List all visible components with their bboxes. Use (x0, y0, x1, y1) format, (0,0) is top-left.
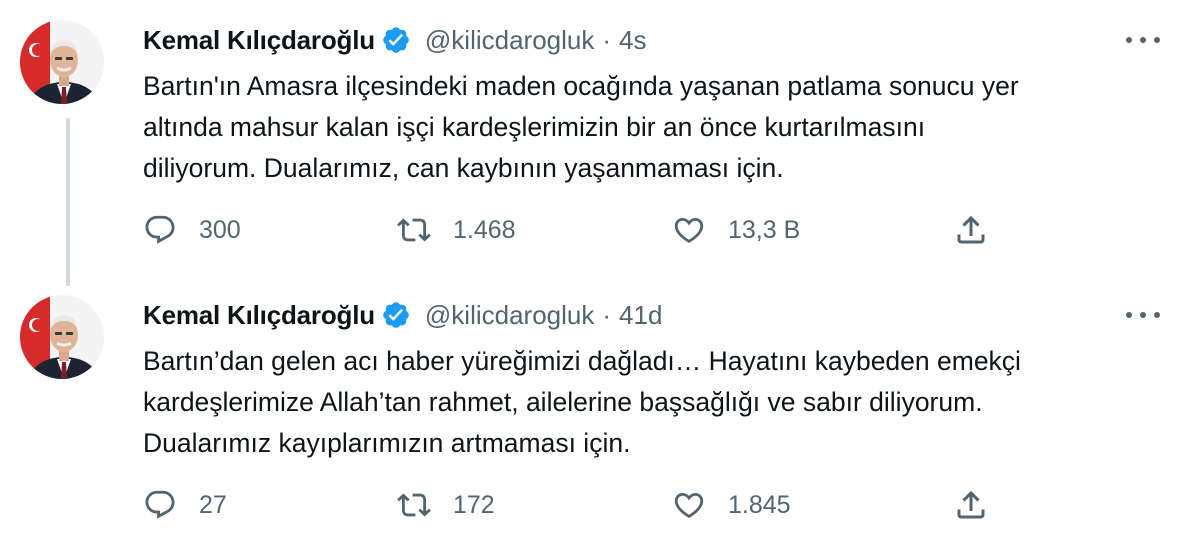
tweet-header: Kemal Kılıçdaroğlu @kilicdarogluk · 41d (143, 297, 662, 333)
tweet-actions: 27 172 1.845 (0, 485, 1190, 525)
author-name[interactable]: Kemal Kılıçdaroğlu (143, 25, 375, 56)
like-count: 1.845 (728, 490, 791, 519)
reply-count: 27 (199, 490, 227, 519)
reply-icon (143, 213, 177, 247)
tweet-header: Kemal Kılıçdaroğlu @kilicdarogluk · 4s (143, 22, 647, 58)
retweet-button[interactable]: 1.468 (397, 210, 516, 250)
share-button[interactable] (953, 210, 989, 250)
retweet-icon (397, 213, 431, 247)
heart-icon (672, 488, 706, 522)
verified-badge-icon (381, 25, 411, 55)
tweet-text-line: Bartın'ın Amasra ilçesindeki maden ocağı… (143, 71, 1019, 101)
separator-dot: · (602, 299, 612, 330)
reply-count: 300 (199, 215, 241, 244)
share-icon (953, 212, 989, 248)
retweet-count: 1.468 (453, 215, 516, 244)
avatar[interactable] (20, 20, 104, 104)
tweet[interactable]: Kemal Kılıçdaroğlu @kilicdarogluk · 41d … (0, 275, 1190, 536)
more-icon[interactable] (1126, 305, 1160, 325)
timestamp[interactable]: 41d (619, 300, 662, 331)
share-icon (953, 487, 989, 523)
author-handle[interactable]: @kilicdarogluk (425, 300, 594, 331)
share-button[interactable] (953, 485, 989, 525)
like-button[interactable]: 1.845 (672, 485, 791, 525)
author-name[interactable]: Kemal Kılıçdaroğlu (143, 300, 375, 331)
tweet-text: Bartın’dan gelen acı haber yüreğimizi da… (143, 341, 1153, 464)
avatar-image (20, 20, 104, 104)
timestamp[interactable]: 4s (619, 25, 646, 56)
tweet-text-line: Dualarımız kayıplarımızın artmaması için… (143, 428, 631, 458)
tweet-text: Bartın'ın Amasra ilçesindeki maden ocağı… (143, 66, 1153, 189)
heart-icon (672, 213, 706, 247)
avatar[interactable] (20, 295, 104, 379)
tweet-text-line: altında mahsur kalan işçi kardeşlerimizi… (143, 112, 926, 142)
tweet[interactable]: Kemal Kılıçdaroğlu @kilicdarogluk · 4s B… (0, 0, 1190, 270)
reply-button[interactable]: 300 (143, 210, 241, 250)
reply-button[interactable]: 27 (143, 485, 227, 525)
tweet-text-line: kardeşlerimize Allah’tan rahmet, aileler… (143, 387, 983, 417)
retweet-count: 172 (453, 490, 495, 519)
avatar-image (20, 295, 104, 379)
verified-badge-icon (381, 300, 411, 330)
retweet-button[interactable]: 172 (397, 485, 495, 525)
author-handle[interactable]: @kilicdarogluk (425, 25, 594, 56)
like-count: 13,3 B (728, 215, 801, 244)
more-icon[interactable] (1126, 30, 1160, 50)
tweet-actions: 300 1.468 13,3 B (0, 210, 1190, 250)
reply-icon (143, 488, 177, 522)
retweet-icon (397, 488, 431, 522)
like-button[interactable]: 13,3 B (672, 210, 800, 250)
tweet-text-line: Bartın’dan gelen acı haber yüreğimizi da… (143, 346, 1021, 376)
separator-dot: · (602, 24, 612, 55)
tweet-text-line: diliyorum. Dualarımız, can kaybının yaşa… (143, 153, 784, 183)
